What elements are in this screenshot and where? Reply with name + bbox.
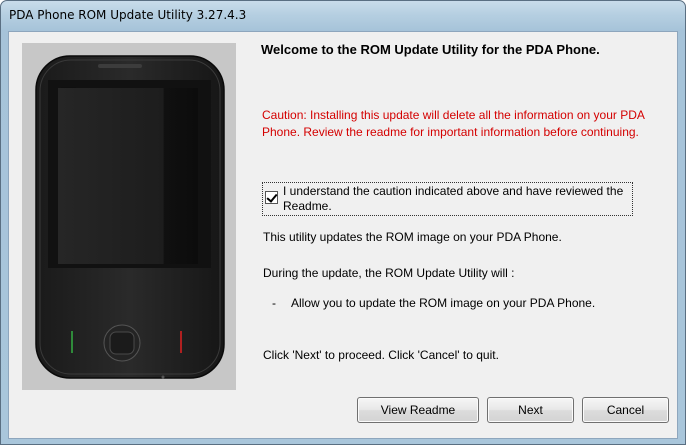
- info-text-during-update: During the update, the ROM Update Utilit…: [263, 266, 515, 280]
- phone-image: [35, 55, 225, 379]
- instructions-text: Click 'Next' to proceed. Click 'Cancel' …: [263, 348, 499, 362]
- dialog-content: Welcome to the ROM Update Utility for th…: [8, 31, 678, 439]
- window-title: PDA Phone ROM Update Utility 3.27.4.3: [9, 8, 247, 22]
- welcome-heading: Welcome to the ROM Update Utility for th…: [261, 42, 600, 57]
- acknowledge-checkbox-label[interactable]: I understand the caution indicated above…: [283, 184, 633, 214]
- bullet-item-text: Allow you to update the ROM image on you…: [291, 296, 596, 310]
- next-button[interactable]: Next: [487, 397, 574, 423]
- bullet-dash: -: [272, 296, 276, 310]
- view-readme-button[interactable]: View Readme: [357, 397, 479, 423]
- acknowledge-checkbox-row[interactable]: I understand the caution indicated above…: [262, 182, 633, 216]
- acknowledge-checkbox[interactable]: [265, 191, 278, 204]
- caution-message: Caution: Installing this update will del…: [262, 108, 645, 139]
- app-window: PDA Phone ROM Update Utility 3.27.4.3 We…: [0, 0, 686, 445]
- title-bar[interactable]: PDA Phone ROM Update Utility 3.27.4.3: [1, 1, 685, 31]
- info-text-utility: This utility updates the ROM image on yo…: [263, 230, 562, 244]
- phone-image-panel: [22, 43, 236, 390]
- cancel-button[interactable]: Cancel: [582, 397, 669, 423]
